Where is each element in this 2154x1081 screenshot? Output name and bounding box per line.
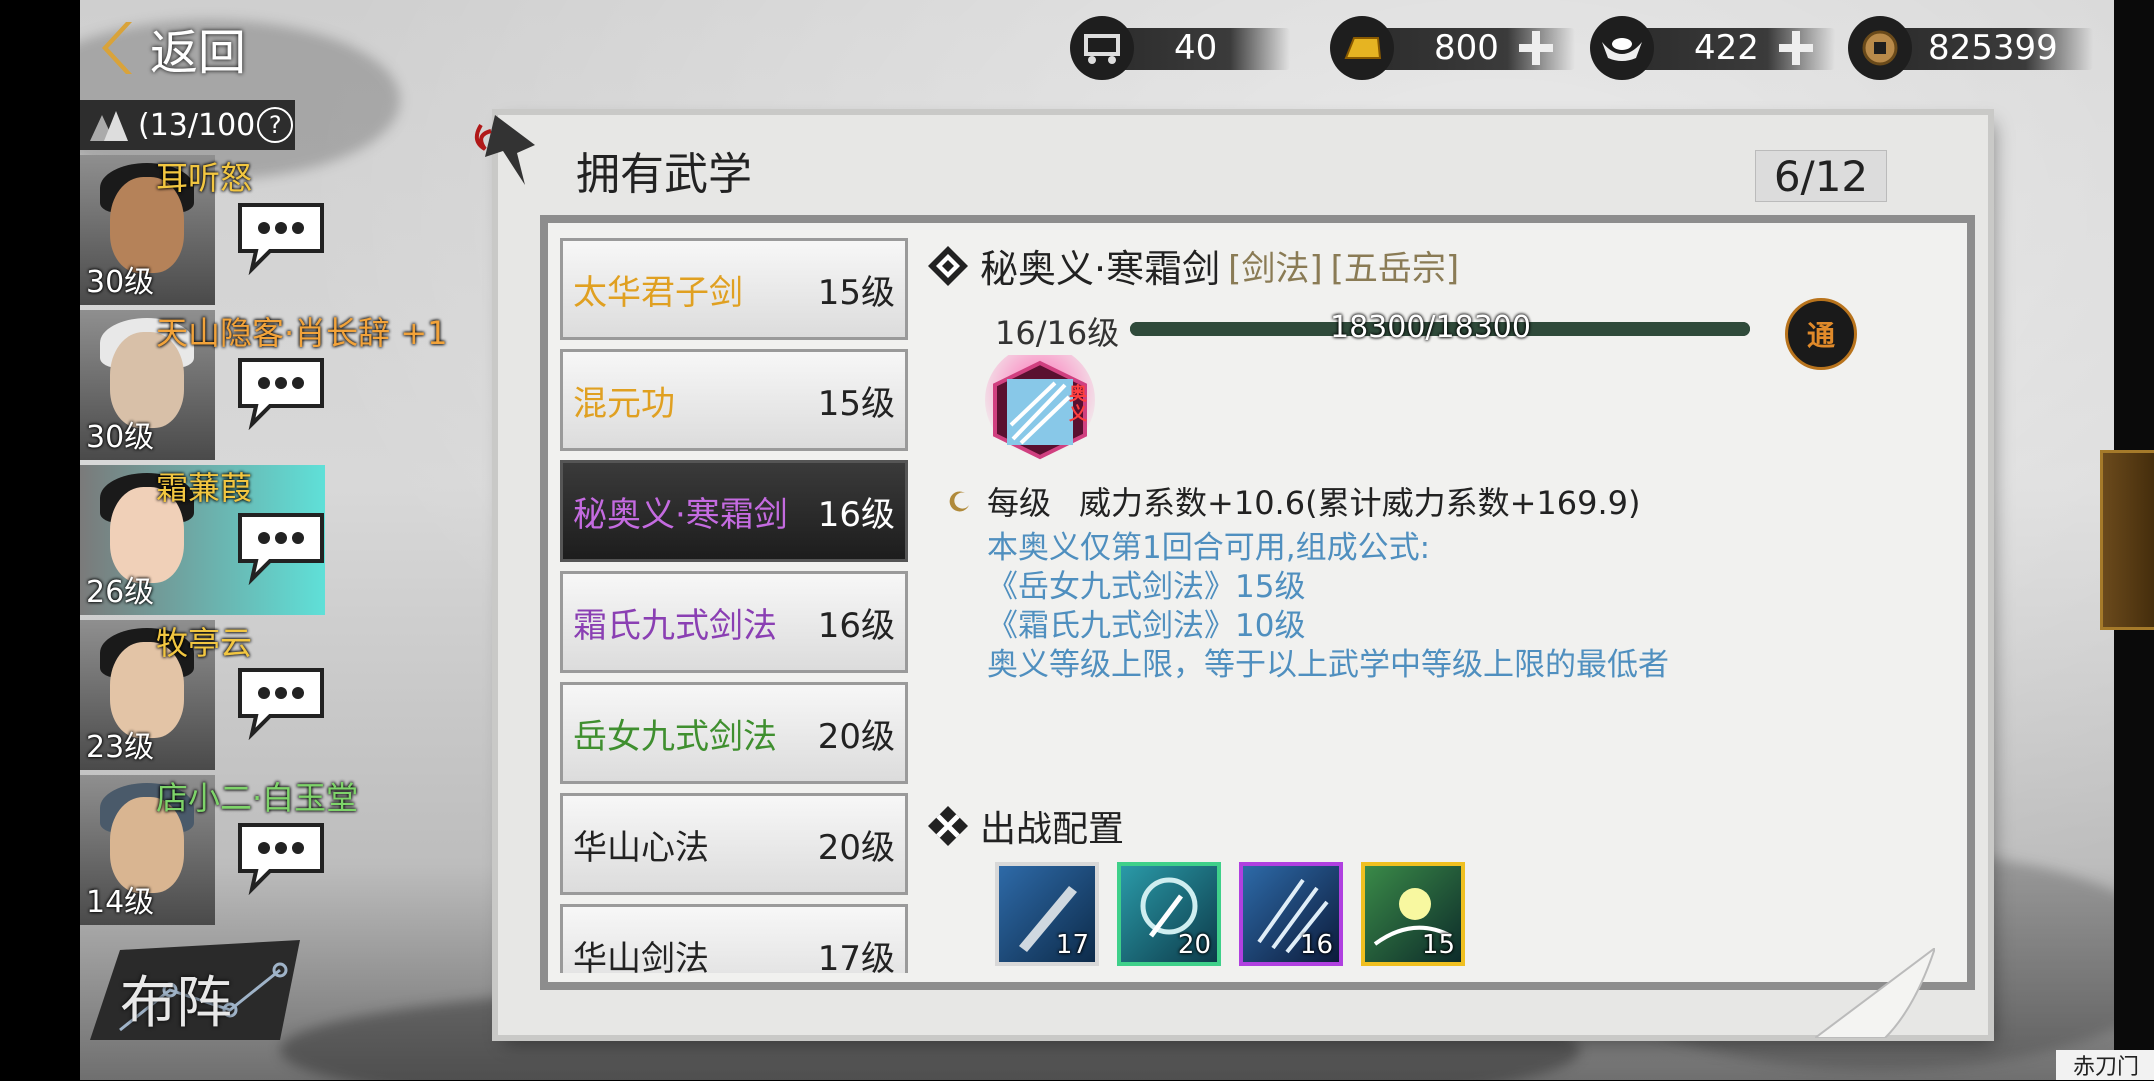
detail-level: 16/16级 (995, 314, 1120, 352)
chat-bubble-icon[interactable] (230, 505, 330, 585)
diamond-icon (928, 245, 968, 286)
people-icon (90, 111, 128, 141)
martial-name: 岳女九式剑法 (573, 716, 777, 757)
crossed-swords-icon (928, 806, 968, 846)
martial-name: 华山心法 (573, 827, 709, 868)
roster-count: (13/100 (138, 107, 256, 143)
dart-emblem-icon (474, 115, 535, 185)
hero-name: 店小二·白玉堂 (156, 779, 359, 817)
martial-name: 太华君子剑 (573, 272, 743, 313)
deploy-skill-slot[interactable]: 16 (1239, 862, 1343, 966)
hero-name: 霜蒹葭 (156, 469, 253, 507)
detail-type-tag: [剑法] (1228, 249, 1323, 289)
list-item[interactable]: 太华君子剑 15级 (560, 238, 908, 340)
martial-count: 6/12 (1755, 150, 1887, 202)
add-silver-icon[interactable] (1777, 29, 1815, 67)
resource-gold: 800 (1330, 16, 1575, 80)
deploy-title: 出战配置 (980, 809, 1125, 850)
panel-title: 拥有武学 (576, 149, 752, 200)
skill-level: 15 (1421, 930, 1455, 960)
resource-copper: 825399 (1848, 16, 2093, 80)
chat-bubble-icon[interactable] (230, 660, 330, 740)
deploy-skill-slot[interactable]: 20 (1117, 862, 1221, 966)
chat-bubble-icon[interactable] (230, 195, 330, 275)
formation-button[interactable]: 布阵 (80, 930, 320, 1050)
skill-level: 20 (1177, 930, 1211, 960)
martial-name: 秘奥义·寒霜剑 (573, 494, 788, 535)
detail-header: 秘奥义·寒霜剑 [剑法] [五岳宗] (926, 238, 1459, 293)
martial-level: 15级 (817, 383, 895, 424)
hero-card[interactable]: 耳听怒 30级 (80, 155, 380, 305)
skill-level: 16 (1299, 930, 1333, 960)
crescent-icon (949, 491, 969, 512)
hero-card[interactable]: 牧亭云 23级 (80, 620, 380, 770)
hero-card[interactable]: 天山隐客·肖长辞 +1 30级 (80, 310, 448, 460)
hero-card[interactable]: 霜蒹葭 26级 (80, 465, 380, 615)
deploy-header: 出战配置 (926, 800, 1124, 852)
martial-level: 15级 (817, 272, 895, 313)
silver-value: 422 (1694, 28, 1759, 68)
hero-level: 14级 (86, 885, 155, 920)
chevron-left-icon (100, 18, 140, 78)
hero-level: 30级 (86, 265, 155, 300)
hero-card[interactable]: 店小二·白玉堂 14级 (80, 775, 380, 925)
hero-level: 30级 (86, 420, 155, 455)
deploy-skill-slot[interactable]: 17 (995, 862, 1099, 966)
hero-name: 天山隐客·肖长辞 +1 (156, 314, 448, 352)
hero-name: 耳听怒 (156, 159, 253, 197)
skill-icon: 奥义 (985, 345, 1095, 465)
martial-level: 17级 (817, 938, 895, 974)
gold-bar-icon (1330, 16, 1394, 80)
add-gold-icon[interactable] (1517, 29, 1555, 67)
silver-ingot-icon (1590, 16, 1654, 80)
list-item[interactable]: 华山剑法 17级 (560, 904, 908, 973)
list-item-selected[interactable]: 秘奥义·寒霜剑 16级 (560, 460, 908, 562)
effect-prefix: 每级 (987, 484, 1052, 522)
gold-value: 800 (1434, 28, 1499, 68)
martial-name: 混元功 (573, 383, 675, 424)
formation-label: 布阵 (120, 971, 232, 1036)
effect-text: 威力系数+10.6(累计威力系数+169.9) (1079, 484, 1641, 522)
hero-name: 牧亭云 (156, 624, 253, 662)
mystic-badge: 奥义 (1069, 384, 1087, 425)
cart-icon (1070, 16, 1134, 80)
resource-silver: 422 (1590, 16, 1835, 80)
list-item[interactable]: 霜氏九式剑法 16级 (560, 571, 908, 673)
chat-bubble-icon[interactable] (230, 815, 330, 895)
copper-value: 825399 (1928, 28, 2058, 68)
help-icon[interactable]: ? (257, 107, 294, 143)
back-label: 返回 (150, 24, 247, 81)
list-item[interactable]: 混元功 15级 (560, 349, 908, 451)
description-line: 奥义等级上限，等于以上武学中等级上限的最低者 (987, 647, 1669, 683)
martial-level: 20级 (817, 827, 895, 868)
roster-header: (13/100 ? (80, 100, 295, 150)
copper-coin-icon (1848, 16, 1912, 80)
list-item[interactable]: 华山心法 20级 (560, 793, 908, 895)
hero-level: 23级 (86, 730, 155, 765)
cart-value: 40 (1174, 28, 1218, 68)
sect-label: 赤刀门 (2056, 1050, 2154, 1080)
martial-name: 华山剑法 (573, 938, 709, 974)
page-curl (1815, 948, 1935, 1038)
list-item[interactable]: 岳女九式剑法 20级 (560, 682, 908, 784)
skill-level: 17 (1055, 930, 1089, 960)
detail-sect-tag: [五岳宗] (1330, 249, 1460, 289)
side-drawer-tab[interactable] (2100, 450, 2154, 630)
deploy-skill-slot[interactable]: 15 (1361, 862, 1465, 966)
chat-bubble-icon[interactable] (230, 350, 330, 430)
back-button[interactable]: 返回 (100, 10, 330, 85)
martial-level: 16级 (817, 605, 895, 646)
martial-level: 16级 (817, 494, 895, 535)
martial-name: 霜氏九式剑法 (573, 605, 777, 646)
resource-cart: 40 (1070, 16, 1290, 80)
detail-name: 秘奥义·寒霜剑 (980, 247, 1221, 291)
martial-arts-list[interactable]: 太华君子剑 15级 混元功 15级 秘奥义·寒霜剑 16级 霜氏九式剑法 16级… (560, 238, 910, 973)
breakthrough-badge[interactable]: 通 (1785, 298, 1857, 370)
exp-text: 18300/18300 (1330, 310, 1531, 345)
martial-level: 20级 (817, 716, 895, 757)
hero-level: 26级 (86, 575, 155, 610)
effect-line: 每级 威力系数+10.6(累计威力系数+169.9) (947, 478, 1640, 524)
